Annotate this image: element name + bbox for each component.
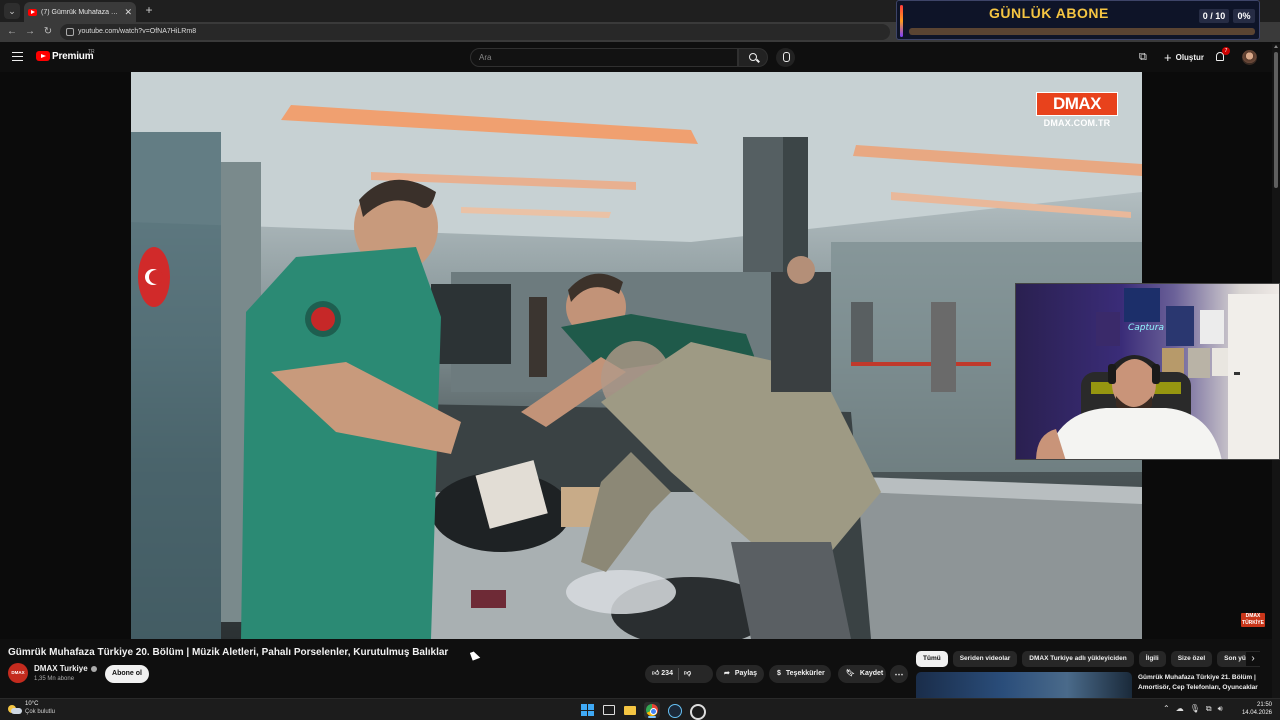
subscriber-goal-widget: GÜNLÜK ABONE 0 / 10 0%: [896, 0, 1260, 40]
more-actions-button[interactable]: ⋯: [890, 665, 908, 683]
close-tab-icon[interactable]: ✕: [124, 7, 132, 18]
mic-tray-icon[interactable]: 🎙︎: [1190, 704, 1200, 714]
chip-0[interactable]: Tümü: [916, 651, 948, 667]
file-explorer-icon[interactable]: [622, 702, 638, 718]
windows-start-icon[interactable]: [579, 702, 595, 718]
thanks-button[interactable]: $ Teşekkürler: [769, 665, 831, 683]
widget-accent: [900, 5, 903, 37]
active-app-indicator: [648, 716, 656, 718]
notifications-button[interactable]: 7: [1214, 47, 1230, 63]
chip-3[interactable]: İlgili: [1138, 651, 1166, 667]
dislike-button[interactable]: 👎︎: [684, 665, 691, 683]
scrollbar-thumb[interactable]: [1274, 52, 1278, 188]
clock-time: 21:50: [1256, 702, 1272, 708]
thumbs-up-icon: 👍︎: [652, 670, 660, 677]
tab-title: (7) Gümrük Muhafaza Türkiye 2...: [41, 8, 121, 16]
video-title: Gümrük Muhafaza Türkiye 20. Bölüm | Müzi…: [8, 647, 449, 658]
create-label: Oluştur: [1175, 53, 1205, 62]
video-frame[interactable]: DMAX DMAX.COM.TR: [131, 72, 1142, 639]
corner-logo-sub: TÜRKİYE: [1242, 620, 1264, 626]
plus-icon: +: [1164, 50, 1172, 65]
site-info-icon[interactable]: [66, 28, 74, 36]
share-button[interactable]: ➦ Paylaş: [716, 665, 764, 683]
chips-next-icon[interactable]: ›: [1246, 652, 1260, 666]
youtube-favicon-icon: [28, 8, 37, 16]
widget-percent: 0%: [1233, 9, 1255, 23]
recommendation-title[interactable]: Gümrük Muhafaza Türkiye 21. Bölüm | Amor…: [1138, 673, 1262, 693]
chip-2[interactable]: DMAX Turkiye adlı yükleyiciden: [1022, 651, 1134, 667]
voice-search-button[interactable]: [776, 48, 795, 67]
watermark-url: DMAX.COM.TR: [1043, 118, 1111, 128]
menu-icon[interactable]: [12, 52, 23, 61]
youtube-logo-icon[interactable]: [36, 51, 50, 61]
thumbs-down-icon: 👎︎: [683, 670, 692, 677]
channel-name-link[interactable]: DMAX Turkiye: [34, 664, 97, 673]
search-input[interactable]: Ara: [470, 48, 738, 67]
avatar[interactable]: [1242, 50, 1257, 65]
system-tray: ⌃ ☁ 🎙︎ ⧉ 🔊︎: [1163, 704, 1223, 714]
region-code: TR: [88, 49, 95, 55]
steam-icon[interactable]: [666, 702, 682, 718]
streamer-webcam: Captura: [1015, 283, 1280, 460]
forward-icon[interactable]: →: [22, 24, 38, 40]
video-scene: [131, 72, 1142, 639]
task-view-icon[interactable]: [601, 702, 617, 718]
onedrive-icon[interactable]: ☁: [1176, 704, 1184, 714]
svg-text:Captura: Captura: [1128, 323, 1164, 333]
verified-icon: [90, 665, 97, 672]
webcam-scene: Captura: [1036, 288, 1279, 459]
create-button[interactable]: + Oluştur: [1158, 49, 1210, 66]
thanks-label: Teşekkürler: [785, 670, 825, 677]
tray-chevron-icon[interactable]: ⌃: [1163, 704, 1170, 714]
weather-icon[interactable]: [8, 703, 22, 715]
dmax-watermark: DMAX DMAX.COM.TR: [1036, 92, 1118, 130]
search-button[interactable]: [738, 48, 768, 67]
widget-progress-bar: [909, 28, 1255, 35]
chip-1[interactable]: Seriden videolar: [952, 651, 1018, 667]
super-thanks-icon: $: [777, 670, 781, 677]
cast-icon[interactable]: ⧉: [1139, 52, 1151, 63]
subscriber-count: 1,35 Mn abone: [34, 676, 75, 682]
clock-date: 14.04.2026: [1241, 710, 1272, 716]
widget-count: 0 / 10: [1199, 9, 1229, 23]
chip-4[interactable]: Size özel: [1170, 651, 1213, 667]
obs-icon[interactable]: [688, 702, 706, 720]
save-button[interactable]: 🔖︎ Kaydet: [838, 665, 886, 683]
like-button[interactable]: 👍︎ 234: [652, 665, 673, 683]
windows-taskbar: 10°C Çok bulutlu ⌃ ☁ 🎙︎ ⧉ 🔊︎ 21:50 14.04…: [0, 698, 1280, 720]
weather-temperature[interactable]: 10°C: [25, 701, 38, 707]
tab-search-icon[interactable]: ⌄: [4, 3, 20, 19]
network-icon[interactable]: ⧉: [1206, 704, 1212, 714]
widget-title: GÜNLÜK ABONE: [989, 5, 1109, 21]
taskbar-clock[interactable]: 21:50 14.04.2026: [1236, 701, 1272, 717]
weather-description[interactable]: Çok bulutlu: [25, 709, 55, 715]
youtube-header: Premium TR Ara ⧉ + Oluştur 7: [0, 44, 1272, 72]
save-label: Kaydet: [859, 670, 884, 677]
address-bar[interactable]: youtube.com/watch?v=OfNA7HiLRm8: [60, 24, 890, 40]
share-label: Paylaş: [734, 670, 758, 677]
corner-logo-brand: DMAX: [1245, 613, 1261, 619]
share-icon: ➦: [724, 670, 730, 677]
volume-icon[interactable]: 🔊︎: [1218, 704, 1223, 714]
like-count: 234: [661, 670, 673, 677]
url-text: youtube.com/watch?v=OfNA7HiLRm8: [78, 28, 197, 35]
search-icon: [749, 53, 757, 61]
new-tab-button[interactable]: +: [141, 2, 157, 18]
subscribe-button[interactable]: Abone ol: [105, 665, 149, 683]
scroll-up-icon[interactable]: [1274, 45, 1278, 48]
back-icon[interactable]: ←: [4, 24, 20, 40]
dmax-corner-logo: DMAX TÜRKİYE: [1241, 613, 1265, 627]
like-divider: [677, 668, 679, 680]
bookmark-icon: 🔖︎: [846, 670, 855, 677]
reload-icon[interactable]: ↻: [40, 24, 56, 40]
channel-name: DMAX Turkiye: [34, 664, 88, 673]
browser-tab[interactable]: (7) Gümrük Muhafaza Türkiye 2... ✕: [24, 2, 136, 22]
cloud-shape: [11, 708, 22, 714]
like-dislike-group: 👍︎ 234 👎︎: [645, 665, 713, 683]
channel-avatar[interactable]: DMAX: [8, 663, 28, 683]
notification-badge: 7: [1222, 47, 1230, 55]
recommendation-thumbnail[interactable]: [916, 672, 1132, 698]
recommendation-chips: Tümü Seriden videolar DMAX Turkiye adlı yü…: [916, 651, 1260, 667]
watermark-brand: DMAX: [1036, 92, 1118, 116]
